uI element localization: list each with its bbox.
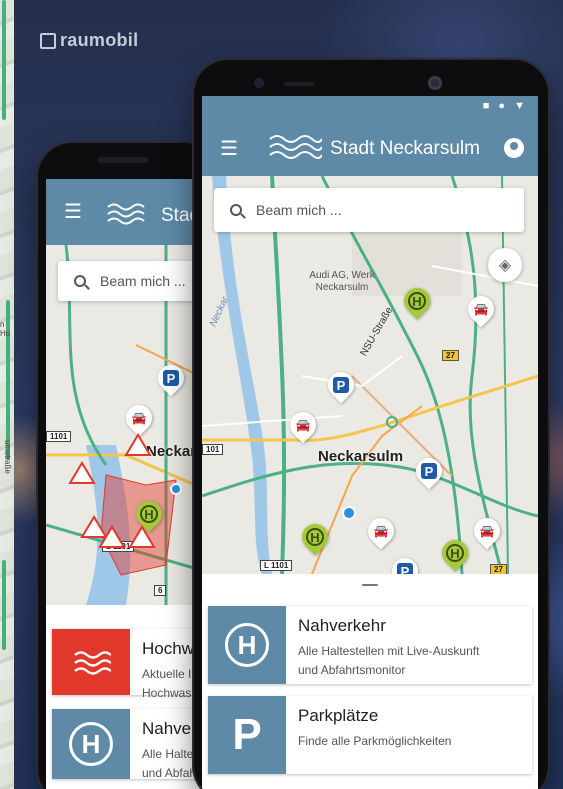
menu-icon[interactable]: ☰: [64, 199, 82, 224]
road-label: L 1101: [260, 560, 293, 571]
front-phone: ■ ● ▼ ☰ Stadt Neckarsulm Beam mich ... ◈…: [194, 60, 548, 789]
front-bottom-sheet: H Nahverkehr Alle Haltestellen mit Live-…: [202, 574, 538, 789]
brand-logo: raumobil: [40, 30, 138, 51]
brand-logo-icon: [40, 32, 56, 49]
back-map[interactable]: Beam mich ... P 🚘 H Neckarsulm L 1101 11…: [46, 245, 218, 605]
back-bottom-sheet: Hochwasser Aktuelle Informationen Hochwa…: [46, 605, 218, 789]
location-dot: [342, 506, 356, 520]
speaker-grille: [98, 157, 148, 163]
brand-name: raumobil: [60, 30, 139, 50]
menu-icon[interactable]: ☰: [220, 136, 238, 161]
poi-label: Audi AG, Werk Neckarsulm: [309, 270, 375, 293]
card-desc-line1: Finde alle Parkmöglichkeiten: [298, 734, 452, 748]
card-desc-line2: und Abfahrtsmonitor: [298, 662, 406, 677]
location-dot: [170, 483, 182, 495]
front-map[interactable]: Beam mich ... ◈ Audi AG, Werk Neckarsulm…: [202, 176, 538, 574]
bus-stop-icon: H: [52, 709, 130, 779]
front-camera: [428, 76, 442, 90]
front-map-streets: [202, 176, 538, 574]
account-icon[interactable]: [504, 138, 524, 158]
road-label-edge: 101: [202, 444, 224, 455]
left-edge-map-fragment: n Ho umstraße: [0, 0, 14, 789]
sensor-dot: [254, 78, 264, 88]
route-27-label: 27: [442, 350, 459, 361]
card-nahverkehr[interactable]: H Nahverkehr Alle Haltestellen mit Live-…: [208, 606, 532, 684]
layers-button[interactable]: ◈: [488, 248, 522, 282]
map-edge-text: n Ho: [0, 320, 11, 338]
route-27-label-lower: 27: [490, 564, 507, 574]
back-app-bar: ☰ Stadt Neckarsulm: [46, 179, 218, 245]
card-title: Parkplätze: [298, 706, 379, 725]
card-desc-line1: Alle Haltestellen mit Live-Auskunft: [298, 644, 480, 658]
speaker-grille: [284, 82, 314, 86]
street-label-edge: umstraße: [3, 440, 12, 474]
status-bar-icons: ■ ● ▼: [482, 100, 528, 112]
neckar-waves-logo-icon: [269, 135, 322, 159]
card-title: Nahverkehr: [298, 616, 386, 635]
bus-stop-icon: H: [208, 606, 286, 684]
water-waves-icon: [52, 629, 130, 695]
neckar-waves-logo-icon: [107, 203, 145, 225]
flood-warning-markers: [68, 433, 156, 548]
app-title: Stadt Neckarsulm: [330, 138, 480, 159]
city-label: Neckarsulm: [318, 448, 404, 465]
front-app-bar: ■ ● ▼ ☰ Stadt Neckarsulm: [202, 96, 538, 176]
parking-icon: P: [208, 696, 286, 774]
back-phone-screen: ☰ Stadt Neckarsulm Beam mich ...: [46, 179, 218, 789]
card-parkplaetze[interactable]: P Parkplätze Finde alle Parkmöglichkeite…: [208, 696, 532, 774]
sheet-drag-handle[interactable]: [362, 584, 378, 586]
back-phone: ☰ Stadt Neckarsulm Beam mich ...: [38, 143, 218, 789]
search-icon: [230, 204, 242, 216]
front-phone-screen: ■ ● ▼ ☰ Stadt Neckarsulm Beam mich ... ◈…: [202, 96, 538, 789]
search-bar[interactable]: Beam mich ...: [214, 188, 524, 232]
search-placeholder: Beam mich ...: [256, 202, 342, 218]
